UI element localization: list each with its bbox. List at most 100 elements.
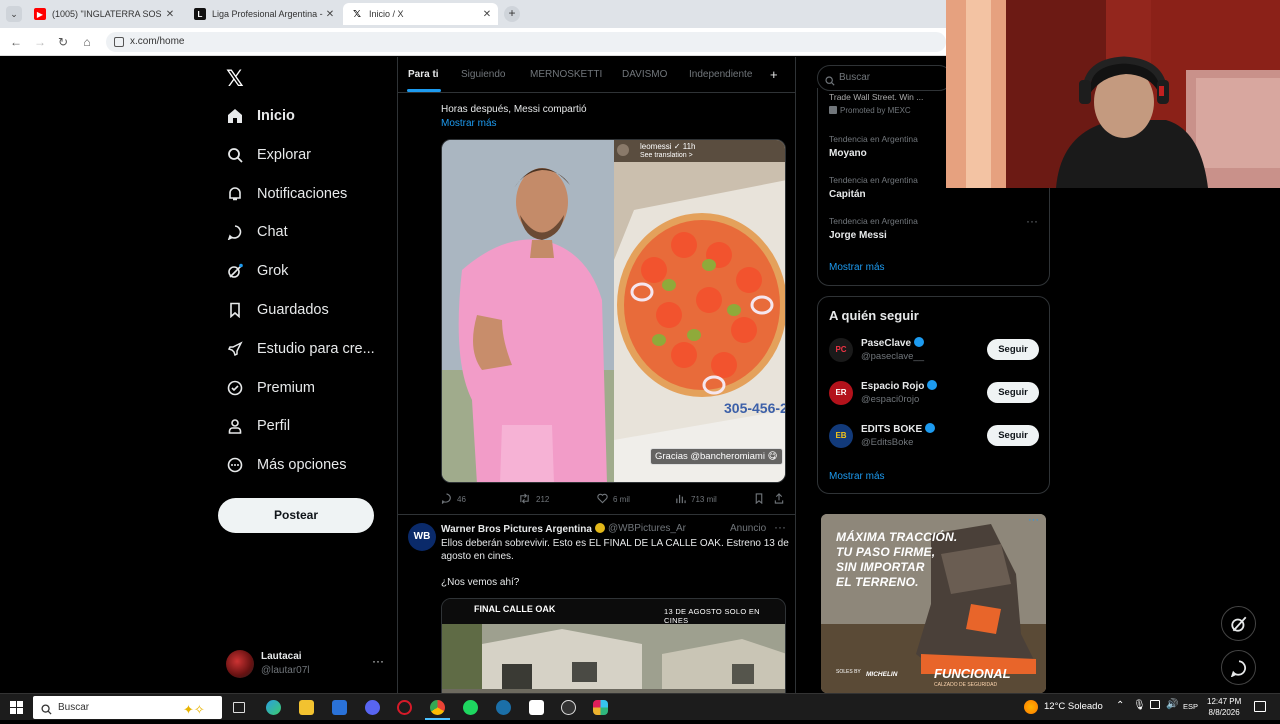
show-more-link[interactable]: Mostrar más [441,118,497,129]
sidebar-item-estudio[interactable]: Estudio para cre... [226,335,375,363]
new-tab-button[interactable]: + [504,6,520,22]
reply-button[interactable]: 46 [441,493,466,506]
back-button[interactable]: ← [9,35,23,49]
chat-icon [1230,659,1246,677]
like-button[interactable]: 6 mil [597,493,630,506]
taskbar-search-input[interactable]: Buscar ✦✧ [33,696,222,719]
close-tab-icon[interactable]: ✕ [163,9,177,20]
trend-item[interactable]: Tendencia en Argentina Jorge Messi [829,216,918,241]
trend-item[interactable]: Tendencia en Argentina Moyano [829,134,918,159]
follow-suggestion[interactable]: ER Espacio Rojo @espaci0rojo Seguir [829,378,1044,410]
account-switcher[interactable]: Lautacai @lautar07l ··· [226,648,386,680]
obs-icon[interactable] [561,700,576,715]
browser-tab-youtube[interactable]: ▶ (1005) "INGLATERRA SOS CAGO ✕ [26,3,181,25]
views-button[interactable]: 713 mil [675,493,717,506]
post-button[interactable]: Postear [218,498,374,533]
bookmark-button[interactable] [754,493,769,506]
add-tab-icon[interactable]: + [770,67,778,82]
share-button[interactable] [774,493,789,506]
reload-button[interactable]: ↻ [56,35,70,49]
follow-button[interactable]: Seguir [987,339,1039,360]
home-button[interactable]: ⌂ [80,35,94,49]
weather-text[interactable]: 12°C Soleado [1044,701,1103,712]
tab-davismo[interactable]: DAVISMO [622,69,667,80]
steam-icon[interactable] [496,700,511,715]
capcut-icon[interactable] [529,700,544,715]
tab-list-button[interactable]: ⌄ [6,6,22,22]
rocket-icon [226,340,244,358]
promoted-post[interactable]: WB Warner Bros Pictures Argentina @WBPic… [398,514,795,693]
post-author[interactable]: Warner Bros Pictures Argentina [441,523,605,535]
search-icon [41,701,52,724]
video-frame [442,624,785,693]
site-settings-icon[interactable] [114,37,124,47]
sidebar-item-perfil[interactable]: Perfil [226,412,290,440]
browser-tab-x[interactable]: 𝕏 Inicio / X ✕ [343,3,498,25]
post-image[interactable]: 305-456-2 leomessi ✓ 11h See translation… [441,139,786,483]
ad-headline-line: TU PASO FIRME, [836,545,936,559]
browser-tab-lpf[interactable]: L Liga Profesional Argentina - Tab ✕ [186,3,341,25]
funcional-logo: FUNCIONAL [934,666,1011,681]
post-video[interactable]: FINAL CALLE OAK 13 DE AGOSTO SOLO EN CIN… [441,598,786,693]
sidebar-item-inicio[interactable]: Inicio [226,102,295,130]
tab-independiente[interactable]: Independiente [689,69,764,80]
trend-more-icon[interactable]: ··· [1026,214,1038,228]
address-bar[interactable]: x.com/home [106,32,946,52]
person-icon [226,417,244,435]
follow-button[interactable]: Seguir [987,382,1039,403]
more-icon[interactable]: ··· [774,520,786,534]
like-count: 6 mil [613,495,630,504]
follow-suggestion[interactable]: EB EDITS BOKE @EditsBoke Seguir [829,421,1044,453]
sidebar-item-guardados[interactable]: Guardados [226,296,329,324]
microphone-icon[interactable]: 🎙 [1133,700,1146,711]
svg-text:305-456-2: 305-456-2 [724,400,786,416]
follow-button[interactable]: Seguir [987,425,1039,446]
sidebar-item-grok[interactable]: Grok [226,257,288,285]
grok-floating-button[interactable] [1221,606,1256,641]
close-tab-icon[interactable]: ✕ [323,9,337,20]
discord-icon[interactable] [365,700,380,715]
opera-icon[interactable] [397,700,412,715]
edge-icon[interactable] [266,700,281,715]
tab-siguiendo[interactable]: Siguiendo [461,69,505,80]
account-name: PaseClave [861,337,925,349]
show-more-follows-link[interactable]: Mostrar más [829,471,885,482]
task-view-icon[interactable] [233,702,245,713]
messages-floating-button[interactable] [1221,650,1256,685]
show-more-trends-link[interactable]: Mostrar más [829,262,885,273]
network-icon[interactable] [1150,700,1160,709]
more-icon[interactable]: ··· [372,654,384,668]
sidebar-item-explorar[interactable]: Explorar [226,141,311,169]
chrome-icon[interactable] [430,700,445,715]
sidebar-item-notificaciones[interactable]: Notificaciones [226,180,347,208]
clock[interactable]: 12:47 PM 8/8/2026 [1207,696,1241,718]
file-explorer-icon[interactable] [299,700,314,715]
input-language[interactable]: ESP [1183,702,1198,711]
trend-item[interactable]: Tendencia en Argentina Capitán [829,175,918,200]
follow-suggestion[interactable]: PC PaseClave @paseclave__ Seguir [829,335,1044,367]
ad-soles-label: SOLES BY [836,669,861,675]
sidebar-item-chat[interactable]: Chat [226,218,288,246]
sidebar-item-mas-opciones[interactable]: Más opciones [226,451,346,479]
store-icon[interactable] [332,700,347,715]
notifications-icon[interactable] [1254,701,1266,712]
wb-logo-avatar[interactable]: WB [408,523,436,551]
ad-more-icon[interactable]: ··· [1028,514,1039,526]
tab-para-ti[interactable]: Para ti [408,69,439,80]
close-tab-icon[interactable]: ✕ [480,9,494,20]
volume-icon[interactable]: 🔊 [1166,699,1178,710]
tray-chevron-icon[interactable]: ⌃ [1116,700,1124,711]
slack-icon[interactable] [593,700,608,715]
spotify-icon[interactable] [463,700,478,715]
grok-icon [226,262,244,280]
sidebar-ad-banner[interactable]: MÁXIMA TRACCIÓN. TU PASO FIRME, SIN IMPO… [821,514,1046,693]
promo-title[interactable]: Trade Wall Street. Win ... [829,92,923,102]
x-logo-icon[interactable]: 𝕏 [226,66,244,92]
verified-badge-icon [925,423,936,433]
funcional-tagline: CALZADO DE SEGURIDAD [934,682,998,688]
sidebar-item-premium[interactable]: Premium [226,374,315,402]
tab-mernosketti[interactable]: MERNOSKETTI [530,69,602,80]
windows-start-icon[interactable] [10,701,23,714]
repost-button[interactable]: 212 [518,493,549,506]
forward-button[interactable]: → [33,35,47,49]
